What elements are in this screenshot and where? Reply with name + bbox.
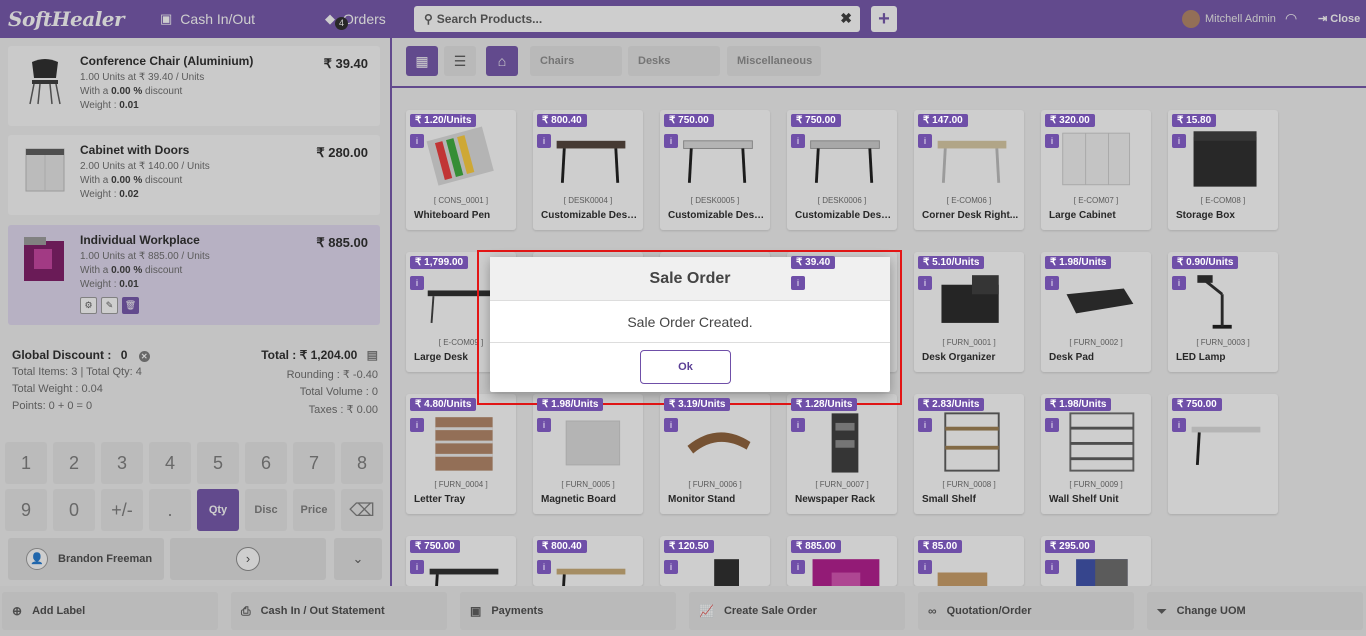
product-price: ₹ 800.40 — [537, 540, 587, 553]
ok-button[interactable]: Ok — [640, 350, 731, 384]
product-price: ₹ 85.00 — [918, 540, 963, 553]
product-price: ₹ 320.00 — [1045, 114, 1095, 127]
info-icon[interactable]: i — [1172, 418, 1186, 432]
info-icon[interactable]: i — [791, 134, 805, 148]
info-icon[interactable]: i — [918, 418, 932, 432]
product-price: ₹ 885.00 — [791, 540, 841, 553]
product-price: ₹ 4.80/Units — [410, 398, 477, 411]
info-icon[interactable]: i — [1045, 134, 1059, 148]
product-price: ₹ 120.50 — [664, 540, 714, 553]
product-price: ₹ 1,799.00 — [410, 256, 469, 269]
product-price: ₹ 750.00 — [1172, 398, 1222, 411]
product-price: ₹ 147.00 — [918, 114, 968, 127]
product-price: ₹ 1.28/Units — [791, 398, 858, 411]
info-icon[interactable]: i — [1045, 418, 1059, 432]
info-icon[interactable]: i — [791, 276, 805, 290]
product-price: ₹ 750.00 — [664, 114, 714, 127]
info-icon[interactable]: i — [537, 560, 551, 574]
product-price: ₹ 0.90/Units — [1172, 256, 1239, 269]
product-price: ₹ 1.98/Units — [1045, 398, 1112, 411]
info-icon[interactable]: i — [410, 276, 424, 290]
info-icon[interactable]: i — [1045, 560, 1059, 574]
product-price: ₹ 5.10/Units — [918, 256, 985, 269]
product-price: ₹ 1.20/Units — [410, 114, 477, 127]
info-icon[interactable]: i — [664, 418, 678, 432]
dialog-message: Sale Order Created. — [490, 301, 890, 343]
product-price: ₹ 1.98/Units — [537, 398, 604, 411]
info-icon[interactable]: i — [918, 276, 932, 290]
product-price: ₹ 2.83/Units — [918, 398, 985, 411]
product-price: ₹ 295.00 — [1045, 540, 1095, 553]
product-price: ₹ 800.40 — [537, 114, 587, 127]
info-icon[interactable]: i — [410, 134, 424, 148]
product-price: ₹ 750.00 — [410, 540, 460, 553]
info-icon[interactable]: i — [410, 560, 424, 574]
sale-order-dialog: Sale Order Sale Order Created. Ok — [490, 257, 890, 392]
info-icon[interactable]: i — [1172, 276, 1186, 290]
info-icon[interactable]: i — [1172, 134, 1186, 148]
product-price: ₹ 15.80 — [1172, 114, 1217, 127]
product-price: ₹ 750.00 — [791, 114, 841, 127]
product-price: ₹ 3.19/Units — [664, 398, 731, 411]
info-icon[interactable]: i — [791, 560, 805, 574]
product-price: ₹ 39.40 — [791, 256, 836, 269]
info-icon[interactable]: i — [537, 134, 551, 148]
info-icon[interactable]: i — [664, 560, 678, 574]
info-icon[interactable]: i — [410, 418, 424, 432]
info-icon[interactable]: i — [918, 134, 932, 148]
info-icon[interactable]: i — [1045, 276, 1059, 290]
info-icon[interactable]: i — [537, 418, 551, 432]
info-icon[interactable]: i — [664, 134, 678, 148]
product-price: ₹ 1.98/Units — [1045, 256, 1112, 269]
info-icon[interactable]: i — [791, 418, 805, 432]
info-icon[interactable]: i — [918, 560, 932, 574]
